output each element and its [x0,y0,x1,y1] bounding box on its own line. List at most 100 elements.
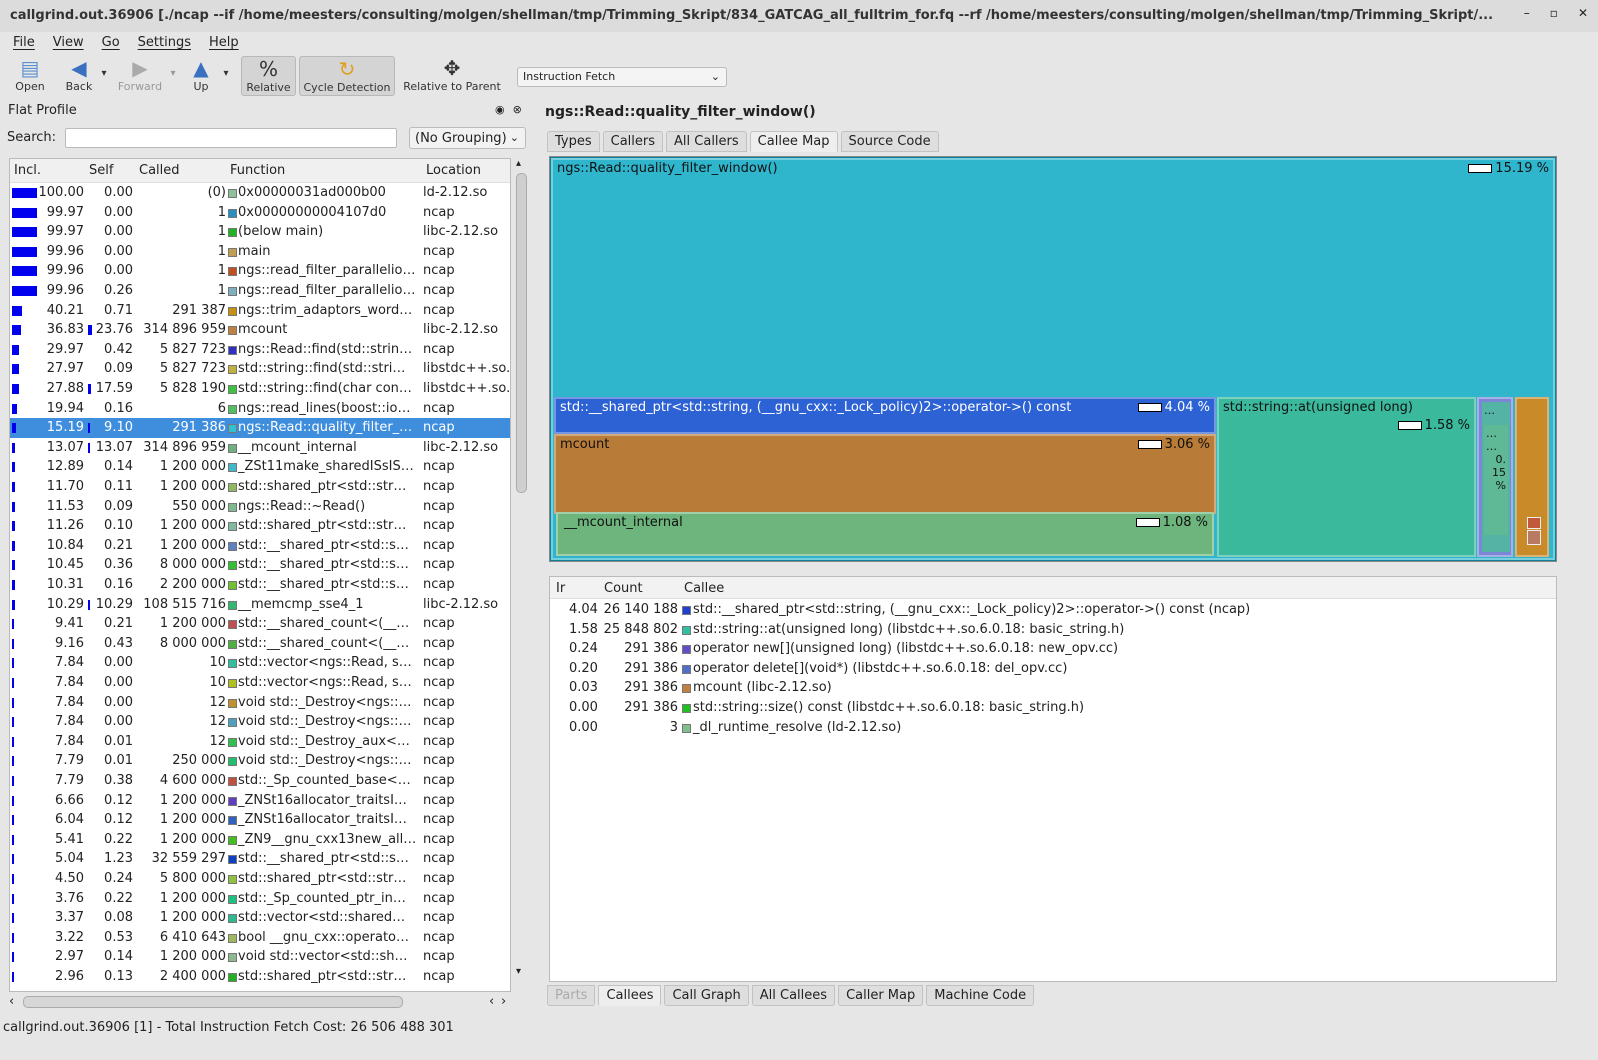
callee-row[interactable]: 0.00 291 386 std::string::size() const (li… [550,698,1556,718]
table-row[interactable]: 99.97 0.00 1 (below main) libc-2.12.so [10,222,510,242]
tab-all-callees[interactable]: All Callees [751,985,836,1006]
tab-types[interactable]: Types [547,131,600,152]
column-called[interactable]: Called [139,163,180,178]
table-row[interactable]: 7.84 0.00 12 void std::_Destroy<ngs::… ncap [10,712,510,732]
table-row[interactable]: 36.83 23.76 314 896 959 mcount libc-2.12.so [10,320,510,340]
table-row[interactable]: 6.66 0.12 1 200 000 _ZNSt16allocator_traits… [10,791,510,811]
back-history-dropdown[interactable]: ▾ [98,66,110,106]
table-row[interactable]: 7.79 0.38 4 600 000 std::_Sp_counted_base<…… [10,771,510,791]
scroll-down-icon[interactable]: ▾ [516,966,521,977]
column-incl[interactable]: Incl. [14,163,41,178]
minimize-button[interactable]: – [1524,6,1530,20]
scroll-up-icon[interactable]: ▴ [516,158,521,169]
table-row[interactable]: 99.96 0.26 1 ngs::read_filter_parallelio… nc… [10,281,510,301]
tab-caller-map[interactable]: Caller Map [838,985,924,1006]
table-row[interactable]: 7.84 0.01 12 void std::_Destroy_aux<… ncap [10,732,510,752]
table-row[interactable]: 5.04 1.23 32 559 297 std::__shared_ptr<std:… [10,849,510,869]
table-row[interactable]: 5.41 0.22 1 200 000 _ZN9__gnu_cxx13new_all…… [10,830,510,850]
table-row[interactable]: 10.29 10.29 108 515 716 __memcmp_sse4_1 libc… [10,595,510,615]
float-dock-icon[interactable]: ◉ [495,103,505,116]
tab-callees[interactable]: Callees [598,985,662,1006]
relative-to-parent-toggle[interactable]: ✥ Relative to Parent [400,56,504,96]
callee-row[interactable]: 4.04 26 140 188 std::__shared_ptr<std::str… [550,600,1556,620]
back-button[interactable]: ◀ Back [60,56,98,96]
table-row[interactable]: 19.94 0.16 6 ngs::read_lines(boost::io… ncap [10,399,510,419]
treemap-small-callee-2[interactable] [1515,397,1549,557]
close-window-button[interactable]: ✕ [1578,6,1588,20]
table-row[interactable]: 7.84 0.00 10 std::vector<ngs::Read, s… ncap [10,673,510,693]
table-row[interactable]: 2.97 0.14 1 200 000 void std::vector<std::s… [10,947,510,967]
column-ir[interactable]: Ir [556,581,565,596]
table-row[interactable]: 100.00 0.00 (0) 0x00000031ad000b00 ld-2.12.s… [10,183,510,203]
table-row[interactable]: 10.31 0.16 2 200 000 std::__shared_ptr<std:… [10,575,510,595]
table-row[interactable]: 7.84 0.00 10 std::vector<ngs::Read, s… ncap [10,653,510,673]
table-row[interactable]: 3.76 0.22 1 200 000 std::_Sp_counted_ptr_in… [10,889,510,909]
table-row[interactable]: 11.26 0.10 1 200 000 std::shared_ptr<std::s… [10,516,510,536]
tab-machine-code[interactable]: Machine Code [926,985,1035,1006]
column-location[interactable]: Location [426,163,481,178]
menu-view[interactable]: View [44,34,93,54]
table-row[interactable]: 2.96 0.13 2 400 000 std::shared_ptr<std::st… [10,967,510,987]
table-row[interactable]: 9.16 0.43 8 000 000 std::__shared_count<(__… [10,634,510,654]
column-callee[interactable]: Callee [684,581,724,596]
table-row[interactable]: 27.88 17.59 5 828 190 std::string::find(cha… [10,379,510,399]
treemap-mcount-internal[interactable]: __mcount_internal 1.08 % [556,512,1214,556]
scroll-left-icon[interactable]: ‹ [489,994,494,1009]
table-row[interactable]: 27.97 0.09 5 827 723 std::string::find(std:… [10,359,510,379]
table-row[interactable]: 11.70 0.11 1 200 000 std::shared_ptr<std::s… [10,477,510,497]
tab-callers[interactable]: Callers [602,131,664,152]
table-row[interactable]: 99.97 0.00 1 0x00000000004107d0 ncap [10,203,510,223]
column-count[interactable]: Count [604,581,643,596]
menu-go[interactable]: Go [93,34,129,54]
table-row[interactable]: 9.41 0.21 1 200 000 std::__shared_count<(__… [10,614,510,634]
scrollbar-thumb[interactable] [23,996,403,1008]
treemap-shared-ptr-operator[interactable]: std::__shared_ptr<std::string, (__gnu_cx… [554,397,1216,434]
menu-file[interactable]: File [4,34,44,54]
table-row[interactable]: 13.07 13.07 314 896 959 __mcount_internal li… [10,438,510,458]
event-type-select[interactable]: Instruction Fetch ⌄ [517,67,727,87]
callee-row[interactable]: 1.58 25 848 802 std::string::at(unsigned l… [550,620,1556,640]
treemap-small-callee[interactable]: … … … 0. 15 % [1477,397,1513,557]
table-row[interactable]: 99.96 0.00 1 ngs::read_filter_parallelio… nc… [10,261,510,281]
relative-toggle[interactable]: % Relative [241,56,296,96]
table-row[interactable]: 4.50 0.24 5 800 000 std::shared_ptr<std::st… [10,869,510,889]
scroll-right-icon[interactable]: › [501,994,506,1009]
table-row[interactable]: 99.96 0.00 1 main ncap [10,242,510,262]
table-row[interactable]: 11.53 0.09 550 000 ngs::Read::~Read() ncap [10,497,510,517]
tab-all-callers[interactable]: All Callers [666,131,747,152]
up-dropdown[interactable]: ▾ [220,66,232,106]
menu-help[interactable]: Help [200,34,248,54]
column-function[interactable]: Function [230,163,285,178]
table-row[interactable]: 10.45 0.36 8 000 000 std::__shared_ptr<std:… [10,555,510,575]
cycle-detection-toggle[interactable]: ↻ Cycle Detection [299,56,395,96]
horizontal-scrollbar[interactable]: ‹ ‹ › [9,994,511,1010]
vertical-scrollbar[interactable]: ▴ ▾ [513,158,529,992]
tab-source-code[interactable]: Source Code [840,131,939,152]
tab-callee-map[interactable]: Callee Map [749,131,838,152]
table-row[interactable]: 12.89 0.14 1 200 000 _ZSt11make_sharedISsIS… [10,457,510,477]
table-row[interactable]: 7.84 0.00 12 void std::_Destroy<ngs::… ncap [10,693,510,713]
callee-row[interactable]: 0.00 3 _dl_runtime_resolve (ld-2.12.so) [550,718,1556,738]
table-row[interactable]: 10.84 0.21 1 200 000 std::__shared_ptr<std:… [10,536,510,556]
column-self[interactable]: Self [89,163,113,178]
table-row[interactable]: 7.79 0.01 250 000 void std::_Destroy<ngs::…… [10,751,510,771]
grouping-select[interactable]: (No Grouping) ⌄ [409,127,526,149]
up-button[interactable]: ▲ Up [185,56,217,96]
forward-button[interactable]: ▶ Forward [115,56,165,96]
table-row[interactable]: 15.19 9.10 291 386 ngs::Read::quality_filte… [10,418,510,438]
forward-history-dropdown[interactable]: ▾ [167,66,179,106]
scroll-left-icon[interactable]: ‹ [9,994,14,1009]
treemap-string-at[interactable]: std::string::at(unsigned long) 1.58 % [1217,397,1476,557]
callee-row[interactable]: 0.20 291 386 operator delete[](void*) (lib… [550,659,1556,679]
scrollbar-thumb[interactable] [516,173,527,493]
callee-row[interactable]: 0.24 291 386 operator new[](unsigned long)… [550,639,1556,659]
treemap-mcount[interactable]: mcount 3.06 % [554,434,1216,514]
search-input[interactable] [65,128,397,148]
open-button[interactable]: ▤ Open [10,56,50,96]
tab-call-graph[interactable]: Call Graph [664,985,749,1006]
maximize-button[interactable]: ▫ [1550,6,1558,20]
menu-settings[interactable]: Settings [129,34,200,54]
table-row[interactable]: 40.21 0.71 291 387 ngs::trim_adaptors_word…… [10,301,510,321]
table-row[interactable]: 6.04 0.12 1 200 000 _ZNSt16allocator_traits… [10,810,510,830]
table-row[interactable]: 3.22 0.53 6 410 643 bool __gnu_cxx::operato… [10,928,510,948]
